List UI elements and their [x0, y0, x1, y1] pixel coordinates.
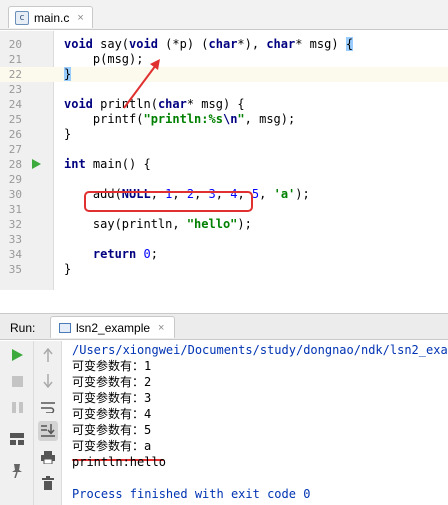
console-line: println:hello: [72, 455, 166, 469]
code-line[interactable]: 29: [0, 172, 448, 187]
run-panel-title: Run:: [10, 321, 36, 335]
scroll-to-end-icon[interactable]: [38, 421, 58, 441]
layout-icon[interactable]: [7, 429, 27, 449]
code-line[interactable]: 20 void say(void (*p) (char*), char* msg)…: [0, 37, 448, 52]
editor-tab-label: main.c: [34, 10, 70, 25]
console-line: 可变参数有：4: [72, 407, 152, 421]
line-number: 31: [8, 203, 22, 216]
line-number: 32: [8, 218, 22, 231]
code-line[interactable]: 25 printf("println:%s\n", msg);: [0, 112, 448, 127]
line-number: 28: [8, 158, 22, 171]
line-number: 27: [8, 143, 22, 156]
code-text: return 0;: [92, 247, 158, 261]
line-number: 29: [8, 173, 22, 186]
code-line[interactable]: 21 p(msg);: [0, 52, 448, 67]
console-exit-message: Process finished with exit code 0: [72, 487, 311, 501]
editor-tab-main-c[interactable]: c main.c ×: [8, 6, 93, 28]
scroll-up-icon[interactable]: [38, 345, 58, 365]
code-line[interactable]: 22}: [0, 67, 448, 82]
run-tab-lsn2-example[interactable]: lsn2_example ×: [50, 316, 176, 338]
line-number: 22: [8, 68, 22, 81]
run-tab-label: lsn2_example: [76, 320, 151, 335]
c-file-icon: c: [15, 10, 29, 25]
code-text: }: [64, 262, 72, 276]
code-line[interactable]: 33: [0, 232, 448, 247]
code-text: }: [64, 67, 72, 81]
code-line[interactable]: 24 void println(char* msg) {: [0, 97, 448, 112]
console-line: 可变参数有：3: [72, 391, 152, 405]
code-line[interactable]: 28 int main() {: [0, 157, 448, 172]
code-text: }: [64, 127, 72, 141]
code-editor[interactable]: 20 void say(void (*p) (char*), char* msg)…: [0, 31, 448, 290]
console-command-path: /Users/xiongwei/Documents/study/dongnao/…: [72, 343, 448, 357]
code-text: void println(char* msg) {: [64, 97, 245, 111]
line-number: 23: [8, 83, 22, 96]
line-number: 35: [8, 263, 22, 276]
line-number: 33: [8, 233, 22, 246]
run-toolbar-primary: [0, 341, 34, 505]
pause-icon[interactable]: [7, 397, 27, 417]
run-panel-header: Run: lsn2_example ×: [0, 313, 448, 340]
code-line[interactable]: 23: [0, 82, 448, 97]
scroll-down-icon[interactable]: [38, 371, 58, 391]
code-text: say(println, "hello");: [64, 217, 252, 231]
run-toolbar-secondary: [34, 341, 62, 505]
console-output[interactable]: /Users/xiongwei/Documents/study/dongnao/…: [72, 341, 448, 505]
code-text: void say(void (*p) (char*), char* msg) {: [64, 37, 354, 51]
line-number: 25: [8, 113, 22, 126]
line-number: 34: [8, 248, 22, 261]
run-config-icon: [59, 322, 71, 333]
close-icon[interactable]: ×: [77, 12, 83, 24]
stop-icon[interactable]: [7, 371, 27, 391]
code-line[interactable]: 34 return 0;: [0, 247, 448, 262]
code-text: p(msg);: [64, 52, 144, 66]
line-number: 26: [8, 128, 22, 141]
line-number: 24: [8, 98, 22, 111]
console-line: 可变参数有：1: [72, 359, 152, 373]
rerun-icon[interactable]: [7, 345, 27, 365]
line-number: 20: [8, 38, 22, 51]
console-line: 可变参数有：2: [72, 375, 152, 389]
code-line[interactable]: 35}: [0, 262, 448, 277]
highlight-box-say-call: [84, 191, 253, 212]
console-line: 可变参数有：a: [72, 439, 152, 453]
console-line: 可变参数有：5: [72, 423, 152, 437]
soft-wrap-icon[interactable]: [38, 397, 58, 417]
pin-icon[interactable]: [7, 461, 27, 481]
run-gutter-icon[interactable]: [32, 159, 41, 169]
print-icon[interactable]: [38, 447, 58, 467]
code-line[interactable]: 27: [0, 142, 448, 157]
line-number: 21: [8, 53, 22, 66]
line-number: 30: [8, 188, 22, 201]
trash-icon[interactable]: [38, 473, 58, 493]
code-line[interactable]: 26}: [0, 127, 448, 142]
close-icon[interactable]: ×: [158, 322, 164, 334]
code-line[interactable]: 32 say(println, "hello");: [0, 217, 448, 232]
editor-tab-bar: c main.c ×: [0, 0, 448, 30]
code-text: int main() {: [64, 157, 151, 171]
code-text: printf("println:%s\n", msg);: [64, 112, 296, 126]
